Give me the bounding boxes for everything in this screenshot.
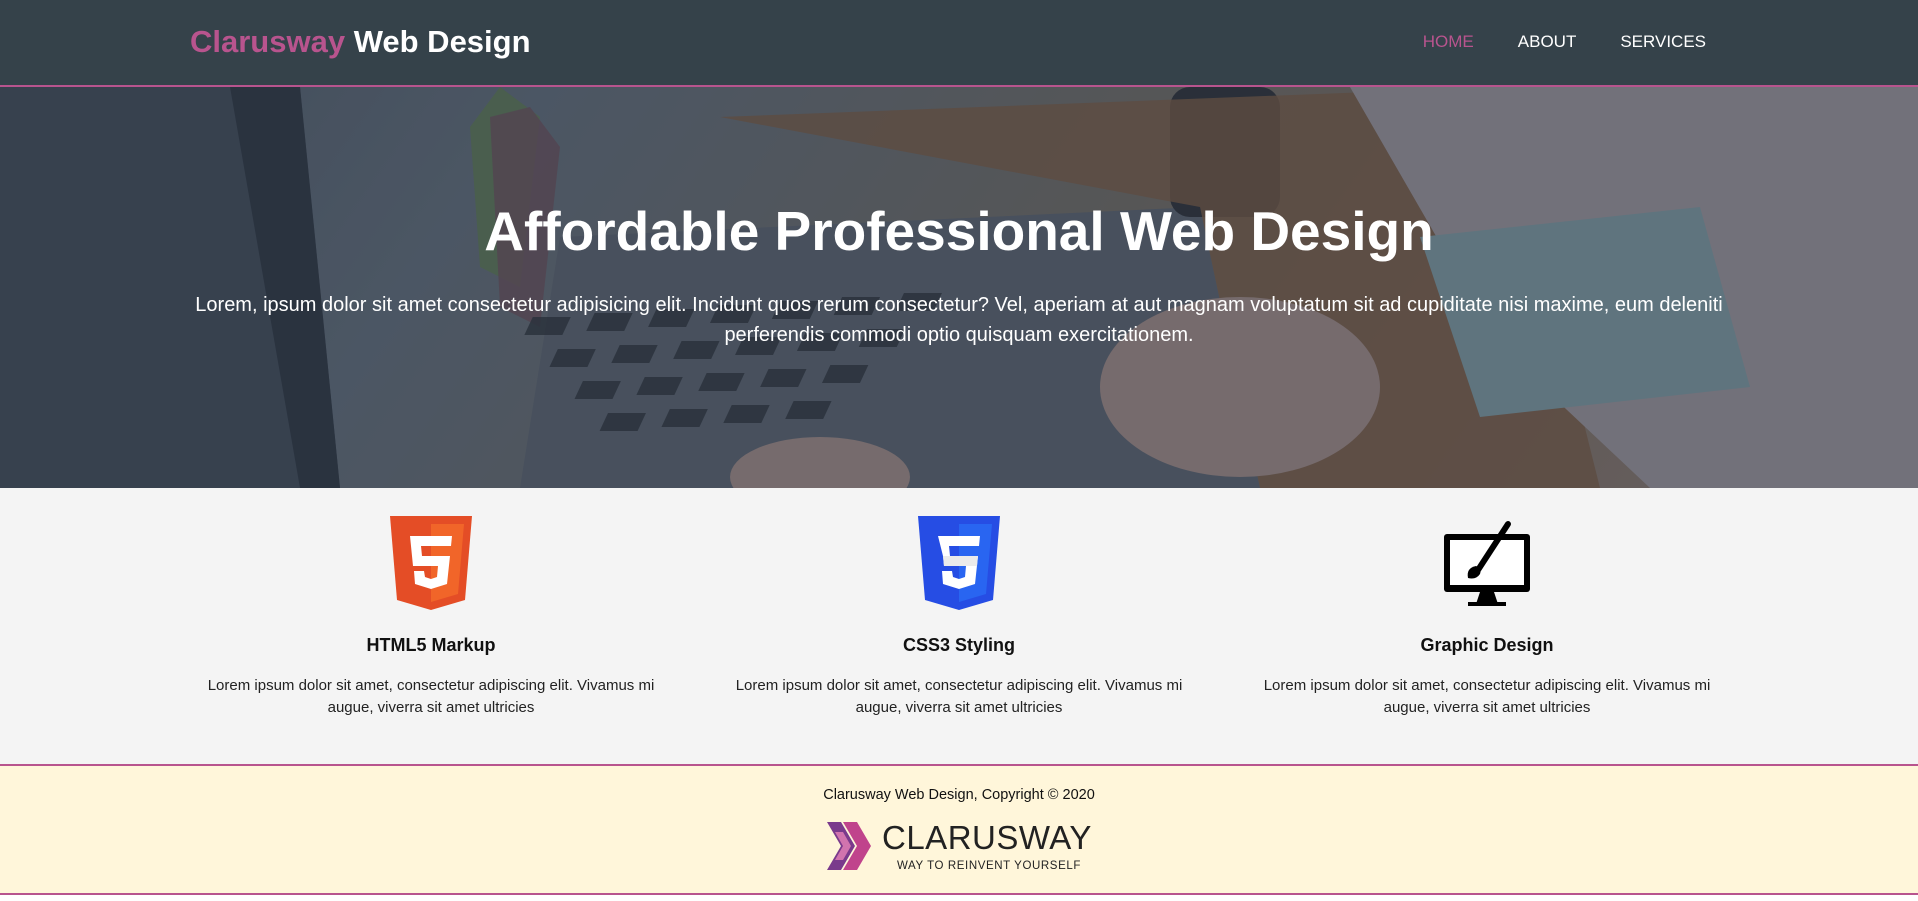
nav-about-link[interactable]: ABOUT — [1518, 30, 1577, 54]
hero-overlay — [0, 87, 1918, 488]
feature-title: CSS3 Styling — [902, 635, 1016, 655]
feature-description: Lorem ipsum dolor sit amet, consectetur … — [735, 677, 1183, 716]
css3-icon — [918, 516, 1000, 610]
feature-description: Lorem ipsum dolor sit amet, consectetur … — [1263, 677, 1711, 716]
clarusway-logo[interactable]: CLARUSWAY WAY TO REINVENT YOURSELF — [825, 818, 1095, 874]
hero-title: Affordable Professional Web Design — [484, 200, 1434, 262]
feature-title: Graphic Design — [1420, 635, 1554, 655]
logo-tagline: WAY TO REINVENT YOURSELF — [897, 860, 1081, 872]
feature-css3: CSS3 Styling Lorem ipsum dolor sit amet,… — [724, 488, 1194, 716]
brand-rest: Web Design — [345, 24, 531, 59]
main-nav: HOME ABOUT SERVICES — [1423, 30, 1706, 54]
nav-services-link[interactable]: SERVICES — [1620, 30, 1706, 54]
feature-description: Lorem ipsum dolor sit amet, consectetur … — [207, 677, 655, 716]
html5-icon — [390, 516, 472, 610]
feature-html5: HTML5 Markup Lorem ipsum dolor sit amet,… — [196, 488, 666, 716]
hero-description: Lorem, ipsum dolor sit amet consectetur … — [195, 294, 1723, 346]
feature-title: HTML5 Markup — [366, 635, 496, 655]
hero-showcase: Affordable Professional Web Design Lorem… — [0, 87, 1918, 488]
logo-chevron-icon — [827, 822, 871, 870]
brand-accent: Clarusway — [190, 24, 346, 59]
nav-home-link[interactable]: HOME — [1423, 30, 1474, 54]
footer-copyright: Clarusway Web Design, Copyright © 2020 — [823, 787, 1095, 803]
features-section: HTML5 Markup Lorem ipsum dolor sit amet,… — [0, 488, 1918, 764]
logo-wordmark: CLARUSWAY — [882, 819, 1092, 856]
graphic-design-icon — [1444, 521, 1530, 606]
feature-graphic-design: Graphic Design Lorem ipsum dolor sit ame… — [1252, 488, 1722, 716]
site-header: Clarusway Web Design HOME ABOUT SERVICES — [0, 0, 1918, 87]
site-footer: Clarusway Web Design, Copyright © 2020 C… — [0, 764, 1918, 895]
site-brand[interactable]: Clarusway Web Design — [190, 22, 531, 62]
